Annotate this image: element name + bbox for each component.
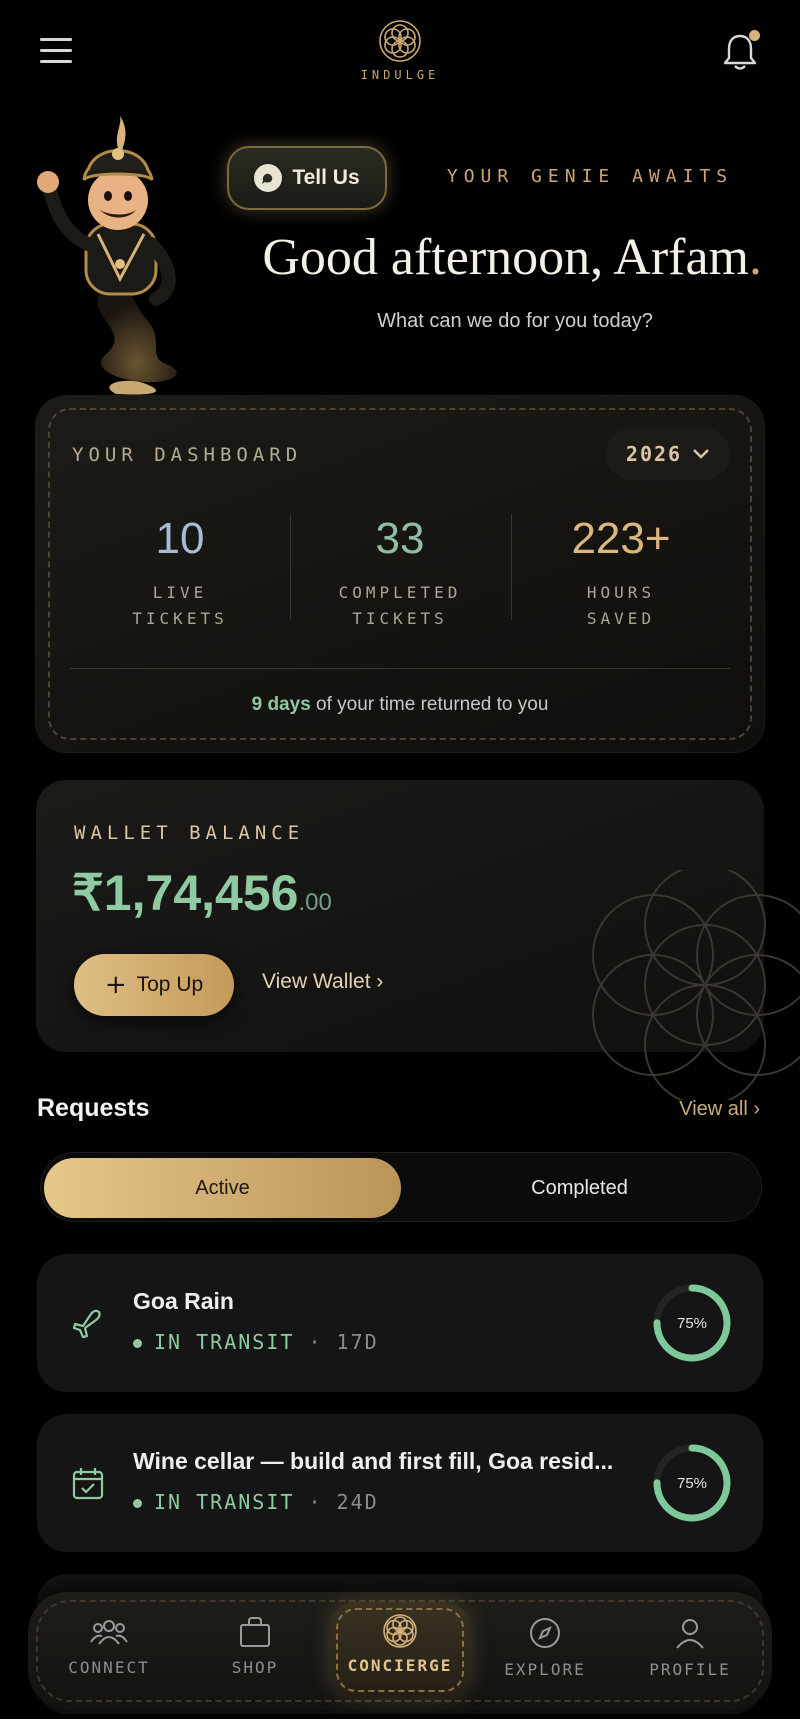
stat-divider: [511, 514, 512, 620]
shopping-bag-icon: [240, 1617, 270, 1647]
progress-label: 75%: [676, 1474, 708, 1492]
stat-label-line2: TICKETS: [132, 609, 228, 628]
request-card[interactable]: Wine cellar — build and first fill, Goa …: [37, 1414, 763, 1552]
nav-connect[interactable]: CONNECT: [44, 1612, 174, 1696]
stat-label-line2: TICKETS: [352, 609, 448, 628]
nav-explore[interactable]: EXPLORE: [480, 1612, 610, 1696]
chevron-down-icon: [693, 449, 709, 459]
view-all-link[interactable]: View all ›: [620, 1098, 760, 1121]
top-up-label: Top Up: [136, 973, 204, 996]
tab-completed-label: Completed: [531, 1176, 628, 1199]
nav-label: CONCIERGE: [347, 1656, 453, 1675]
wallet-decimals: .00: [298, 889, 332, 916]
greeting-dot: .: [749, 229, 762, 286]
time-returned-highlight: 9 days: [251, 694, 311, 715]
wallet-amount: ₹1,74,456: [72, 865, 299, 921]
stat-label-line2: SAVED: [586, 609, 656, 628]
notification-button[interactable]: [722, 30, 762, 72]
requests-heading: Requests: [37, 1094, 150, 1122]
request-status: IN TRANSIT · 17D: [133, 1330, 379, 1354]
compass-icon: [530, 1618, 560, 1648]
stat-value: 10: [155, 514, 205, 563]
tab-active-label: Active: [195, 1176, 250, 1199]
status-dot: [133, 1339, 142, 1348]
stat-label: LIVE TICKETS: [85, 580, 275, 632]
stat-live-tickets: 10 LIVE TICKETS: [85, 514, 275, 632]
top-up-button[interactable]: + Top Up: [74, 954, 234, 1016]
stat-label-line1: LIVE: [152, 583, 208, 602]
plus-icon: +: [104, 970, 127, 1000]
nav-shop[interactable]: SHOP: [190, 1612, 320, 1696]
dashboard-title: YOUR DASHBOARD: [72, 444, 303, 466]
greeting-subtitle: What can we do for you today?: [377, 310, 653, 332]
view-wallet-link[interactable]: View Wallet ›: [262, 970, 383, 994]
genie-mascot-illustration: [37, 116, 177, 395]
status-text: IN TRANSIT: [154, 1330, 295, 1354]
wallet-title: WALLET BALANCE: [74, 822, 305, 844]
time-returned-rest: of your time returned to you: [310, 694, 549, 715]
time-returned-text: 9 days of your time returned to you: [36, 694, 764, 716]
stat-label: COMPLETED TICKETS: [305, 580, 495, 632]
whatsapp-icon: [254, 164, 283, 192]
stat-hours-saved: 223+ HOURS SAVED: [526, 514, 716, 632]
greeting-heading: Good afternoon, Arfam.: [200, 228, 762, 287]
notification-dot: [749, 30, 760, 41]
flower-of-life-decoration-icon: [592, 870, 800, 1100]
year-value: 2026: [625, 442, 683, 466]
year-selector[interactable]: 2026: [606, 428, 730, 480]
nav-label: CONNECT: [68, 1658, 150, 1677]
stat-label: HOURS SAVED: [526, 580, 716, 632]
calendar-check-icon: [72, 1468, 104, 1500]
stat-label-line1: COMPLETED: [338, 583, 462, 602]
dashboard-divider: [70, 668, 730, 669]
request-title: Goa Rain: [133, 1288, 234, 1314]
airplane-icon: [72, 1309, 101, 1339]
brand-name: INDULGE: [360, 68, 440, 82]
menu-icon[interactable]: [40, 38, 72, 64]
progress-label: 75%: [676, 1314, 708, 1332]
status-text: IN TRANSIT: [154, 1490, 295, 1514]
tab-completed[interactable]: Completed: [401, 1158, 758, 1218]
status-days: · 24D: [308, 1490, 379, 1514]
stat-value: 33: [375, 514, 425, 563]
flower-of-life-icon: [383, 1614, 417, 1648]
tab-active[interactable]: Active: [44, 1158, 401, 1218]
stat-value: 223+: [571, 514, 671, 563]
stat-completed-tickets: 33 COMPLETED TICKETS: [305, 514, 495, 632]
tagline: YOUR GENIE AWAITS: [446, 166, 734, 187]
nav-profile[interactable]: PROFILE: [625, 1612, 755, 1696]
nav-label: PROFILE: [649, 1660, 731, 1679]
tell-us-label: Tell Us: [292, 166, 360, 189]
nav-label: EXPLORE: [504, 1660, 586, 1679]
user-icon: [676, 1619, 704, 1649]
nav-label: SHOP: [231, 1658, 279, 1677]
request-title: Wine cellar — build and first fill, Goa …: [133, 1448, 614, 1474]
request-card[interactable]: Goa Rain IN TRANSIT · 17D 75%: [37, 1254, 763, 1392]
request-status: IN TRANSIT · 24D: [133, 1490, 379, 1514]
status-days: · 17D: [308, 1330, 379, 1354]
status-dot: [133, 1499, 142, 1508]
tell-us-button[interactable]: Tell Us: [227, 146, 387, 210]
flower-of-life-icon: [379, 20, 421, 62]
nav-concierge[interactable]: CONCIERGE: [335, 1608, 465, 1692]
greeting-text: Good afternoon, Arfam: [262, 229, 749, 286]
stat-label-line1: HOURS: [586, 583, 656, 602]
brand-logo: INDULGE: [340, 18, 460, 82]
stat-divider: [290, 514, 291, 620]
wallet-balance: ₹1,74,456.00: [72, 864, 332, 922]
people-icon: [90, 1620, 128, 1645]
